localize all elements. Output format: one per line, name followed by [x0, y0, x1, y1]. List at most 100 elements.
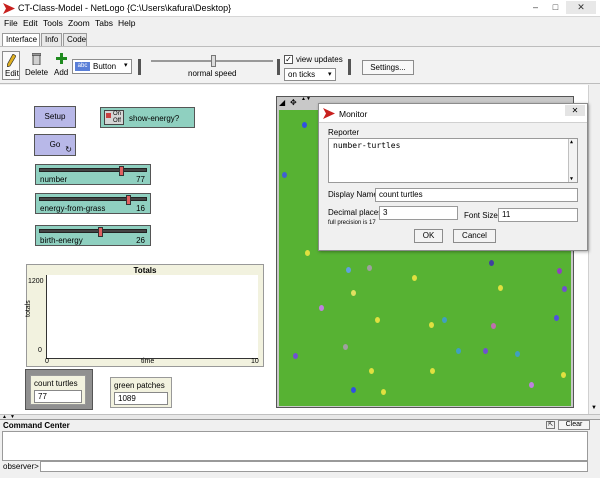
green-patches-monitor[interactable]: green patches 1089 [110, 377, 172, 408]
toolbar-divider [348, 59, 351, 75]
slider-thumb[interactable] [98, 227, 104, 237]
display-name-input[interactable]: count turtles [375, 188, 578, 202]
dialog-title-bar[interactable]: Monitor [319, 104, 587, 123]
reporter-input[interactable]: number-turtles ▲ ▼ [328, 138, 578, 183]
go-label: Go [49, 140, 61, 149]
minimize-button[interactable]: – [528, 1, 543, 14]
trash-icon [32, 53, 41, 65]
update-mode-select[interactable]: on ticks ▾ [284, 68, 336, 81]
vertical-scrollbar[interactable]: ▼ [588, 85, 600, 414]
reporter-scrollbar[interactable]: ▲ ▼ [568, 139, 577, 182]
turtle [412, 275, 417, 281]
slider-thumb[interactable] [118, 166, 124, 176]
monitor-dialog: Monitor ✕ Reporter number-turtles ▲ ▼ Di… [318, 103, 588, 251]
decimal-places-input[interactable]: 3 [379, 206, 458, 220]
tab-info[interactable]: Info [41, 33, 62, 46]
menu-file[interactable]: File [4, 18, 18, 28]
edit-label: Edit [5, 69, 19, 78]
add-button[interactable]: Add [52, 51, 70, 80]
toolbar-divider [277, 59, 280, 75]
menu-zoom[interactable]: Zoom [68, 18, 90, 28]
count-turtles-monitor[interactable]: count turtles 77 [30, 375, 86, 405]
plot-x-max: 10 [251, 358, 259, 365]
birth-energy-slider[interactable]: birth-energy 26 [35, 225, 151, 246]
turtle [561, 372, 566, 378]
observer-prompt[interactable]: observer> [3, 462, 39, 471]
view-resize-icon[interactable]: ▲▼ [301, 97, 311, 102]
button-widget-icon: abc [75, 62, 90, 71]
view-updates-checkbox[interactable]: ✓ [284, 55, 293, 64]
show-energy-switch[interactable]: On Off show-energy? [100, 107, 195, 128]
plot-x-label: time [141, 358, 155, 365]
totals-plot[interactable]: Totals 1200 0 totals 0 time 10 [25, 264, 264, 367]
cancel-button[interactable]: Cancel [453, 229, 496, 243]
ok-button[interactable]: OK [414, 229, 443, 243]
slider-name: energy-from-grass [40, 204, 106, 213]
scroll-down-icon[interactable]: ▼ [591, 405, 597, 411]
settings-button[interactable]: Settings... [362, 60, 414, 75]
pencil-icon [7, 54, 16, 67]
clear-button[interactable]: Clear [558, 420, 590, 430]
turtle [557, 268, 562, 274]
plot-y-label: totals [25, 300, 32, 317]
font-size-input[interactable]: 11 [498, 208, 578, 222]
switch-knob [106, 113, 111, 118]
monitor-value: 1089 [114, 392, 168, 405]
font-size-label: Font Size [464, 211, 498, 220]
menu-edit[interactable]: Edit [23, 18, 38, 28]
edit-button[interactable]: Edit [2, 51, 20, 80]
number-slider[interactable]: number 77 [35, 164, 151, 185]
view-move-icon[interactable]: ✥ [290, 98, 297, 107]
speed-slider-thumb[interactable] [211, 55, 216, 67]
menu-tools[interactable]: Tools [43, 18, 63, 28]
command-center-header: Command Center ⇱ Clear [0, 419, 600, 430]
energy-from-grass-slider[interactable]: energy-from-grass 16 [35, 193, 151, 214]
turtle [282, 172, 287, 178]
switch-label: show-energy? [129, 114, 180, 123]
slider-track[interactable] [39, 168, 147, 172]
menu-help[interactable]: Help [118, 18, 135, 28]
maximize-button[interactable]: □ [548, 1, 563, 14]
toolbar-divider [138, 59, 141, 75]
go-button[interactable]: Go ↻ [34, 134, 76, 156]
turtle [302, 122, 307, 128]
dialog-title: Monitor [339, 109, 368, 119]
plot-area [46, 275, 258, 359]
menu-bar: File Edit Tools Zoom Tabs Help [0, 17, 600, 31]
slider-track[interactable] [39, 229, 147, 233]
scroll-up-icon[interactable]: ▲ [570, 139, 573, 145]
delete-label: Delete [25, 68, 49, 77]
slider-thumb[interactable] [125, 195, 131, 205]
chevron-down-icon: ▾ [328, 71, 332, 78]
scroll-down-icon[interactable]: ▼ [570, 176, 573, 182]
command-center-output [2, 431, 588, 461]
turtle [442, 317, 447, 323]
switch-toggle[interactable]: On Off [104, 110, 124, 125]
turtle [293, 353, 298, 359]
detach-icon[interactable]: ⇱ [546, 421, 555, 429]
setup-button[interactable]: Setup [34, 106, 76, 128]
turtle [430, 368, 435, 374]
switch-on-label: On [113, 111, 122, 117]
widget-type-select[interactable]: abc Button ▾ [72, 59, 132, 74]
plot-y-min: 0 [38, 347, 42, 354]
turtle [305, 250, 310, 256]
delete-button[interactable]: Delete [24, 51, 48, 80]
command-input[interactable] [40, 461, 588, 472]
turtle [562, 286, 567, 292]
plot-y-max: 1200 [28, 278, 44, 285]
netlogo-logo-icon [3, 3, 15, 14]
slider-name: number [40, 175, 68, 184]
turtle [498, 285, 503, 291]
dialog-close-button[interactable]: ✕ [565, 105, 585, 116]
menu-tabs[interactable]: Tabs [95, 18, 113, 28]
close-button[interactable]: ✕ [566, 1, 596, 14]
monitor-label: green patches [114, 381, 165, 390]
plot-x-min: 0 [45, 358, 49, 365]
view-control-icon[interactable]: ◢ [279, 98, 285, 107]
display-name-label: Display Name [328, 190, 378, 199]
tab-interface[interactable]: Interface [2, 33, 40, 46]
slider-value: 16 [136, 204, 145, 213]
turtle [369, 368, 374, 374]
tab-code[interactable]: Code [63, 33, 87, 46]
